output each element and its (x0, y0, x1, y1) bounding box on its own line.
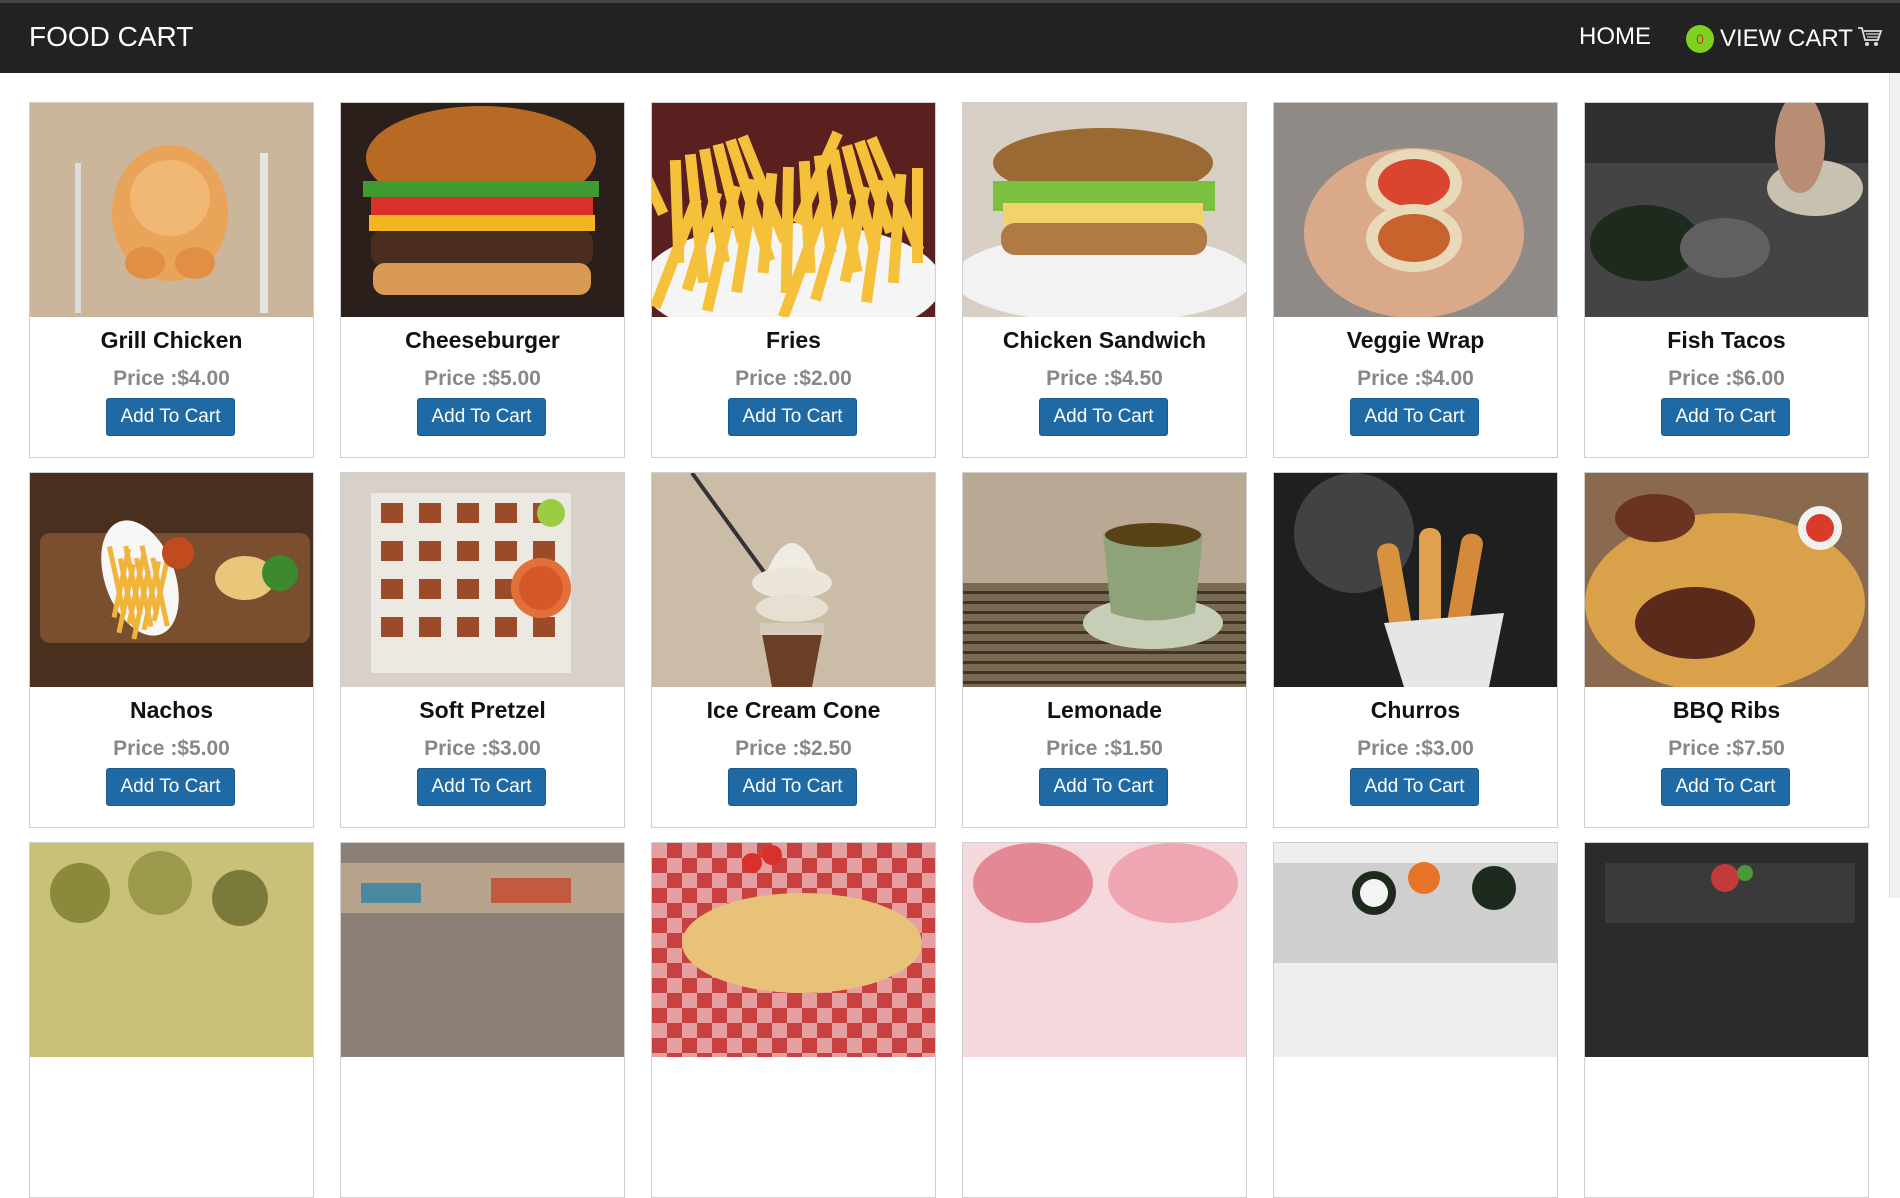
fries-image (652, 103, 935, 317)
chicken-sandwich-image (963, 103, 1246, 317)
product-card: Nachos Price :$5.00 Add To Cart (29, 472, 314, 828)
sushi-image (1274, 843, 1557, 1057)
view-cart-label: VIEW CART (1720, 25, 1853, 52)
add-to-cart-button[interactable]: Add To Cart (1039, 398, 1168, 436)
add-to-cart-button[interactable]: Add To Cart (106, 398, 235, 436)
product-name: Ice Cream Cone (706, 697, 881, 723)
product-card: Fries Price :$2.00 Add To Cart (651, 102, 936, 458)
ice-cream-cone-image (652, 473, 935, 687)
product-name: Churros (1370, 697, 1461, 723)
product-name: Fries (766, 327, 821, 353)
product-name: Fish Tacos (1667, 327, 1786, 353)
product-price: Price :$4.00 (1357, 367, 1474, 390)
product-price: Price :$6.00 (1668, 367, 1785, 390)
grilled-chicken-image (30, 103, 313, 317)
product-card: Grill Chicken Price :$4.00 Add To Cart (29, 102, 314, 458)
product-card: Chicken Sandwich Price :$4.50 Add To Cart (962, 102, 1247, 458)
product-name: Lemonade (1046, 697, 1163, 723)
add-to-cart-button[interactable]: Add To Cart (1039, 768, 1168, 806)
product-card: Soft Pretzel Price :$3.00 Add To Cart (340, 472, 625, 828)
bbq-ribs-image (1585, 473, 1868, 687)
product-card (651, 842, 936, 1198)
add-to-cart-button[interactable]: Add To Cart (1661, 768, 1790, 806)
product-card: BBQ Ribs Price :$7.50 Add To Cart (1584, 472, 1869, 828)
product-price: Price :$7.50 (1668, 737, 1785, 760)
product-card (29, 842, 314, 1198)
product-price: Price :$4.00 (113, 367, 230, 390)
add-to-cart-button[interactable]: Add To Cart (106, 768, 235, 806)
product-price: Price :$2.00 (735, 367, 852, 390)
product-card (1273, 842, 1558, 1198)
fish-tacos-image (1585, 103, 1868, 317)
navbar: FOOD CART HOME 0 VIEW CART (0, 0, 1900, 73)
product-name: Grill Chicken (100, 327, 243, 353)
product-price: Price :$3.00 (1357, 737, 1474, 760)
product-price: Price :$3.00 (424, 737, 541, 760)
falafel-image (30, 843, 313, 1057)
product-card: Cheeseburger Price :$5.00 Add To Cart (340, 102, 625, 458)
product-name: Nachos (129, 697, 214, 723)
cupcake-image (963, 843, 1246, 1057)
shopping-cart-icon (1857, 26, 1883, 53)
product-card: Lemonade Price :$1.50 Add To Cart (962, 472, 1247, 828)
product-card (1584, 842, 1869, 1198)
veggie-wrap-image (1274, 103, 1557, 317)
product-card: Veggie Wrap Price :$4.00 Add To Cart (1273, 102, 1558, 458)
product-name: Soft Pretzel (419, 697, 546, 723)
lemonade-image (963, 473, 1246, 687)
brand-title[interactable]: FOOD CART (29, 21, 193, 53)
cheeseburger-image (341, 103, 624, 317)
product-price: Price :$2.50 (735, 737, 852, 760)
product-card (340, 842, 625, 1198)
add-to-cart-button[interactable]: Add To Cart (417, 398, 546, 436)
nav-home-link[interactable]: HOME (1579, 23, 1651, 51)
cart-count-badge: 0 (1686, 25, 1714, 53)
add-to-cart-button[interactable]: Add To Cart (728, 398, 857, 436)
add-to-cart-button[interactable]: Add To Cart (1661, 398, 1790, 436)
product-price: Price :$5.00 (113, 737, 230, 760)
product-price: Price :$1.50 (1046, 737, 1163, 760)
product-price: Price :$5.00 (424, 367, 541, 390)
product-name: Chicken Sandwich (1002, 327, 1207, 353)
product-card: Churros Price :$3.00 Add To Cart (1273, 472, 1558, 828)
add-to-cart-button[interactable]: Add To Cart (1350, 398, 1479, 436)
page-scrollbar[interactable] (1889, 73, 1900, 898)
churros-image (1274, 473, 1557, 687)
product-price: Price :$4.50 (1046, 367, 1163, 390)
market-image (341, 843, 624, 1057)
product-card (962, 842, 1247, 1198)
add-to-cart-button[interactable]: Add To Cart (417, 768, 546, 806)
add-to-cart-button[interactable]: Add To Cart (1350, 768, 1479, 806)
pizza-image (652, 843, 935, 1057)
product-name: BBQ Ribs (1672, 697, 1781, 723)
add-to-cart-button[interactable]: Add To Cart (728, 768, 857, 806)
product-name: Cheeseburger (405, 327, 560, 353)
soft-pretzel-image (341, 473, 624, 687)
product-name: Veggie Wrap (1346, 327, 1485, 353)
nachos-image (30, 473, 313, 687)
product-card: Fish Tacos Price :$6.00 Add To Cart (1584, 102, 1869, 458)
product-card: Ice Cream Cone Price :$2.50 Add To Cart (651, 472, 936, 828)
dessert-image (1585, 843, 1868, 1057)
view-cart-link[interactable]: 0 VIEW CART (1686, 25, 1883, 53)
